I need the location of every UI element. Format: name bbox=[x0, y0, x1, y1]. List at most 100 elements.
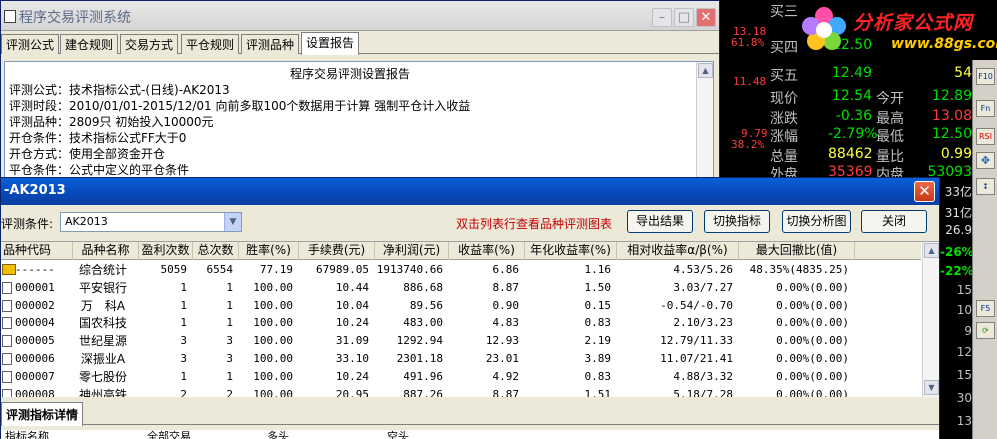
cell-code: 000001 bbox=[15, 280, 55, 294]
column-header[interactable]: 手续费(元) bbox=[299, 242, 375, 260]
column-header[interactable]: 品种名称 bbox=[73, 242, 139, 260]
summary-icon bbox=[2, 264, 16, 275]
strip-button[interactable]: RSI bbox=[976, 128, 995, 145]
cell-total: 6554 bbox=[206, 263, 234, 276]
cell-drawdown: 0.00%(0.00) bbox=[776, 280, 849, 294]
move-icon[interactable]: ✥ bbox=[976, 152, 995, 169]
quote-label: 买四 bbox=[770, 40, 798, 56]
side-value: 31亿 bbox=[944, 206, 972, 220]
table-row[interactable]: 000008 神州高铁 2 2 100.00 20.95 887.26 8.87 1.51 5.1… bbox=[1, 386, 921, 397]
tab-products[interactable]: 评测品种 bbox=[241, 34, 300, 54]
document-icon bbox=[4, 10, 16, 23]
cell-ret: 0.90 bbox=[492, 298, 520, 312]
cell-drawdown: 0.00%(0.00) bbox=[776, 334, 849, 348]
report-title: 程序交易评测设置报告 bbox=[289, 67, 410, 81]
export-button[interactable]: 导出结果 bbox=[627, 210, 693, 233]
column-header[interactable]: 年化收益率(%) bbox=[525, 242, 617, 260]
refresh-icon[interactable]: ⟳ bbox=[976, 322, 995, 339]
scroll-up-icon[interactable]: ▲ bbox=[698, 63, 713, 78]
tab-formula[interactable]: 评测公式 bbox=[1, 34, 60, 54]
report-line: 评测公式：技术指标公式-(日线)-AK2013 bbox=[9, 83, 230, 97]
minimize-button[interactable]: – bbox=[652, 8, 672, 27]
cell-winrate: 100.00 bbox=[253, 352, 293, 365]
settings-tab-bar: 评测公式 建仓规则 交易方式 平仓规则 评测品种 设置报告 bbox=[1, 32, 719, 55]
document-icon bbox=[2, 370, 12, 383]
cell-wins: 1 bbox=[180, 316, 187, 330]
cell-wins: 5059 bbox=[160, 263, 188, 276]
cell-winrate: 100.00 bbox=[253, 387, 293, 397]
column-header[interactable]: 净利润(元) bbox=[375, 242, 449, 260]
cell-wins: 2 bbox=[180, 387, 187, 397]
strip-button[interactable]: F10 bbox=[976, 68, 995, 85]
tab-open-rule[interactable]: 建仓规则 bbox=[60, 34, 119, 54]
results-titlebar[interactable]: -AK2013 ✕ bbox=[1, 178, 939, 205]
switch-chart-button[interactable]: 切换分析图 bbox=[782, 210, 851, 233]
strip-button[interactable]: Fn bbox=[976, 100, 995, 117]
cell-ret: 6.86 bbox=[492, 263, 520, 276]
cell-ret: 4.83 bbox=[492, 316, 520, 330]
column-header[interactable]: 胜率(%) bbox=[239, 242, 299, 260]
close-button[interactable]: ✕ bbox=[696, 8, 716, 27]
cell-fee: 33.10 bbox=[335, 352, 369, 365]
cell-annual: 3.89 bbox=[584, 352, 612, 365]
quote-value: 13.08 bbox=[931, 108, 972, 124]
cell-profit: 491.96 bbox=[403, 369, 443, 383]
cell-winrate: 100.00 bbox=[253, 280, 293, 294]
cell-relative: 11.07/21.41 bbox=[660, 352, 733, 365]
table-scrollbar[interactable]: ▲ ▼ bbox=[922, 242, 939, 397]
detail-header: 指标名称 全部交易 多头 空头 bbox=[1, 430, 939, 439]
cell-code: 000004 bbox=[15, 316, 55, 330]
cell-drawdown: 0.00%(0.00) bbox=[776, 298, 849, 312]
side-value: -22% bbox=[940, 264, 974, 278]
cell-name: 平安银行 bbox=[78, 280, 127, 295]
column-header[interactable]: 收益率(%) bbox=[449, 242, 525, 260]
chevron-down-icon[interactable]: ▼ bbox=[224, 213, 241, 231]
maximize-button[interactable]: □ bbox=[674, 8, 694, 27]
column-header[interactable]: 最大回撤比(值) bbox=[739, 242, 855, 260]
cell-annual: 1.51 bbox=[584, 387, 612, 397]
tab-close-rule[interactable]: 平仓规则 bbox=[181, 34, 240, 54]
cell-fee: 10.44 bbox=[335, 280, 369, 294]
table-row[interactable]: 000002 万 科A 1 1 100.00 10.04 89.56 0.90 0.15 -0.5… bbox=[1, 297, 921, 315]
cell-winrate: 100.00 bbox=[253, 298, 293, 312]
report-scrollbar[interactable]: ▲ bbox=[696, 62, 713, 180]
table-row[interactable]: 000001 平安银行 1 1 100.00 10.44 886.68 8.87 1.50 3.0… bbox=[1, 279, 921, 297]
cell-wins: 1 bbox=[180, 280, 187, 294]
column-header[interactable]: 相对收益率α/β(%) bbox=[617, 242, 739, 260]
tab-detail[interactable]: 评测指标详情 bbox=[1, 402, 84, 426]
condition-select[interactable]: AK2013 ▼ bbox=[60, 212, 242, 232]
column-header[interactable]: 盈利次数 bbox=[139, 242, 193, 260]
cell-total: 1 bbox=[226, 316, 233, 330]
scroll-down-icon[interactable]: ▼ bbox=[924, 380, 939, 395]
strip-button[interactable]: F5 bbox=[976, 300, 995, 317]
drag-handle-icon[interactable]: ↕ bbox=[976, 178, 995, 195]
table-row[interactable]: 000005 世纪星源 3 3 100.00 31.09 1292.94 12.93 2.19 1… bbox=[1, 332, 921, 350]
table-row[interactable]: 000004 国农科技 1 1 100.00 10.24 483.00 4.83 0.83 2.1… bbox=[1, 314, 921, 332]
quote-row: 涨幅 -2.79% 最低 12.50 bbox=[768, 125, 972, 145]
cell-relative: 12.79/11.33 bbox=[660, 334, 733, 348]
cell-name: 零七股份 bbox=[78, 369, 127, 384]
cell-ret: 23.01 bbox=[485, 352, 519, 365]
cell-drawdown: 0.00%(0.00) bbox=[776, 387, 849, 397]
settings-titlebar[interactable]: 程序交易评测系统 – □ ✕ bbox=[1, 1, 719, 31]
quote-row: 买五 12.49 54 bbox=[768, 64, 972, 84]
scroll-up-icon[interactable]: ▲ bbox=[924, 243, 939, 258]
tab-report[interactable]: 设置报告 bbox=[301, 32, 360, 55]
column-header[interactable]: 总次数 bbox=[193, 242, 239, 260]
summary-row[interactable]: ------ 综合统计 5059 6554 77.19 67989.05 1913740.6… bbox=[1, 261, 921, 279]
cell-fee: 10.24 bbox=[335, 316, 369, 330]
results-toolbar: 评测条件: AK2013 ▼ 双击列表行查看品种评测图表 导出结果 切换指标 切… bbox=[1, 206, 939, 239]
table-row[interactable]: 000007 零七股份 1 1 100.00 10.24 491.96 4.92 0.83 4.8… bbox=[1, 368, 921, 386]
report-line: 评测品种：2809只 初始投入10000元 bbox=[9, 115, 214, 129]
cell-profit: 887.26 bbox=[403, 387, 443, 397]
fib-level-label: 38.2% bbox=[731, 138, 765, 151]
switch-indicator-button[interactable]: 切换指标 bbox=[704, 210, 770, 233]
cell-relative: 5.18/7.28 bbox=[673, 387, 733, 397]
table-row[interactable]: 000006 深振业A 3 3 100.00 33.10 2301.18 23.01 3.89 1… bbox=[1, 350, 921, 368]
document-icon bbox=[2, 388, 12, 397]
tab-trade-mode[interactable]: 交易方式 bbox=[120, 34, 179, 54]
column-header[interactable]: 品种代码 bbox=[1, 242, 73, 260]
close-dialog-button[interactable]: 关闭 bbox=[861, 210, 927, 233]
cell-ret: 8.87 bbox=[492, 387, 520, 397]
close-button[interactable]: ✕ bbox=[914, 181, 935, 202]
